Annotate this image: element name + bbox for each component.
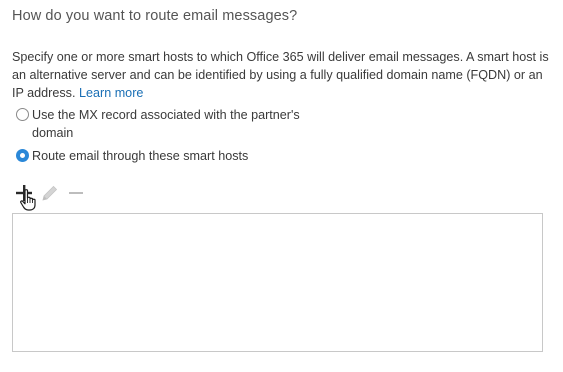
learn-more-link[interactable]: Learn more bbox=[79, 86, 143, 100]
radio-button-unselected[interactable] bbox=[16, 108, 29, 121]
radio-option-mx-record[interactable]: Use the MX record associated with the pa… bbox=[16, 106, 336, 142]
section-description: Specify one or more smart hosts to which… bbox=[12, 48, 550, 102]
hand-cursor-icon bbox=[20, 189, 36, 211]
edit-button[interactable] bbox=[40, 183, 60, 203]
radio-button-selected[interactable] bbox=[16, 149, 29, 162]
remove-button[interactable] bbox=[66, 183, 86, 203]
radio-option-label: Use the MX record associated with the pa… bbox=[32, 108, 300, 140]
edit-icon bbox=[42, 185, 58, 201]
remove-icon bbox=[69, 192, 83, 194]
smart-hosts-list[interactable] bbox=[12, 213, 543, 352]
radio-option-smart-hosts[interactable]: Route email through these smart hosts bbox=[16, 147, 248, 165]
radio-option-label: Route email through these smart hosts bbox=[32, 149, 249, 163]
section-heading: How do you want to route email messages? bbox=[12, 8, 298, 24]
